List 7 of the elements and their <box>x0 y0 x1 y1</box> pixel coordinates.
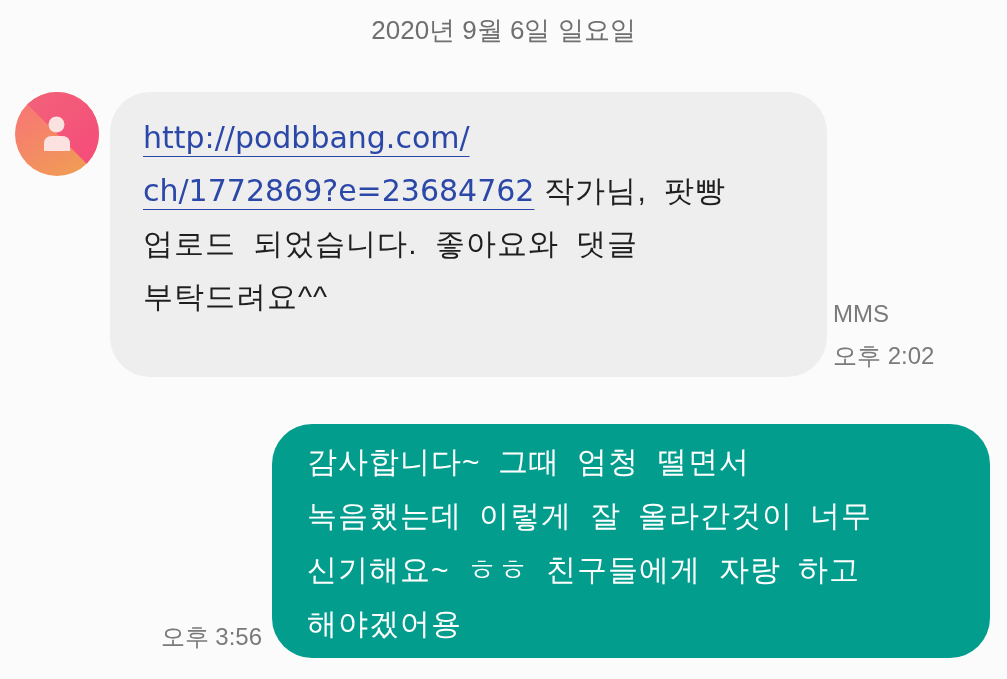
message-link[interactable]: http://podbbang.com/ ch/1772869?e=23684762 <box>143 111 535 217</box>
message-text: http://podbbang.com/ ch/1772869?e=23684762 작가님, 팟빵 업로드 되었습니다. 좋아요와 댓글 부탁드려요^^ <box>143 111 783 323</box>
message-text: 감사합니다~ 그때 엄청 떨면서 녹음했는데 이렇게 잘 올라간것이 너무 신기해요~ ㅎㅎ 친구들에게 자랑 하고 해야겠어용 <box>307 444 874 642</box>
date-header: 2020년 9월 6일 일요일 <box>371 15 636 45</box>
message-time: 오후 2:02 <box>833 341 935 371</box>
message-time: 오후 3:56 <box>160 622 262 652</box>
message-type-label: MMS <box>833 299 890 329</box>
